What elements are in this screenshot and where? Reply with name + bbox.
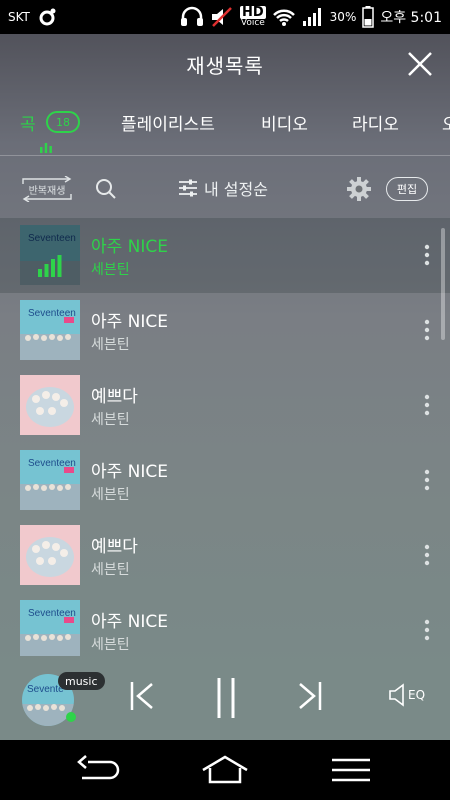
carrier-label: SKT (8, 10, 30, 24)
song-title: 예쁘다 (91, 537, 138, 557)
more-button[interactable] (418, 468, 436, 492)
artist-name: 세븐틴 (91, 262, 130, 278)
more-button[interactable] (418, 393, 436, 417)
song-list: Seventeen 아주 NICE 세븐틴 Seventeen 아주 NICE … (0, 218, 450, 656)
more-vertical-icon (424, 394, 430, 416)
tab-radio[interactable]: 라디오 (352, 110, 399, 135)
back-button[interactable] (76, 754, 122, 790)
artist-name: 세븐틴 (91, 562, 130, 578)
pause-icon (217, 678, 235, 718)
artist-name: 세븐틴 (91, 637, 130, 653)
song-title: 아주 NICE (91, 237, 169, 257)
signal-icon (302, 7, 324, 27)
more-vertical-icon (424, 544, 430, 566)
close-button[interactable] (404, 48, 436, 80)
album-cover: Seventeen (20, 225, 80, 285)
edit-button[interactable]: 편집 (386, 177, 428, 201)
page-title: 재생목록 (186, 53, 264, 78)
sort-label: 내 설정순 (204, 180, 268, 199)
song-count-badge: 18 (46, 111, 80, 133)
tab-bar: 곡 18 플레이리스트 비디오 라디오 오 (0, 96, 450, 156)
album-cover: Seventeen (20, 600, 80, 656)
mute-icon (210, 6, 234, 28)
album-cover: Seventeen (20, 450, 80, 510)
eq-label: EQ (408, 688, 426, 702)
list-item[interactable]: Seventeen 아주 NICE 세븐틴 (0, 218, 450, 293)
pause-button[interactable] (212, 676, 240, 724)
album-cover: Seventeen (20, 300, 80, 360)
skip-next-icon (299, 682, 322, 710)
close-icon (408, 52, 432, 76)
more-vertical-icon (424, 244, 430, 266)
source-tag: music (58, 672, 105, 690)
tab-playlists[interactable]: 플레이리스트 (121, 110, 215, 135)
menu-button[interactable] (330, 754, 372, 790)
song-title: 아주 NICE (91, 312, 169, 332)
app-notification-icon (38, 7, 58, 27)
wifi-icon (272, 7, 296, 27)
song-title: 예쁘다 (91, 387, 138, 407)
active-tab-indicator (39, 138, 53, 153)
more-button[interactable] (418, 543, 436, 567)
tab-next-partial[interactable]: 오 (442, 110, 450, 135)
status-bar: SKT HD Voice 30% 오후 5:01 (0, 0, 450, 34)
menu-icon (332, 758, 370, 782)
playlist-header: 재생목록 (0, 34, 450, 94)
list-item[interactable]: Seventeen 아주 NICE 세븐틴 (0, 443, 450, 518)
gear-icon (347, 177, 371, 201)
tab-videos[interactable]: 비디오 (261, 110, 308, 135)
more-vertical-icon (424, 619, 430, 641)
mini-player: Sevente music EQ (0, 656, 450, 740)
now-playing-icon (38, 255, 62, 277)
previous-button[interactable] (128, 676, 156, 720)
list-item[interactable]: 예쁘다 세븐틴 (0, 518, 450, 593)
artist-name: 세븐틴 (91, 487, 130, 503)
skip-previous-icon (130, 682, 153, 710)
battery-percent: 30% (329, 10, 357, 24)
more-button[interactable] (418, 243, 436, 267)
battery-icon (362, 6, 375, 28)
list-item[interactable]: Seventeen 아주 NICE 세븐틴 (0, 293, 450, 368)
clock: 오후 5:01 (380, 10, 442, 26)
list-item[interactable]: 예쁘다 세븐틴 (0, 368, 450, 443)
back-icon (77, 755, 120, 780)
song-title: 아주 NICE (91, 462, 169, 482)
repeat-label: 반복재생 (28, 185, 66, 197)
system-nav-bar (0, 740, 450, 800)
search-icon (96, 179, 116, 199)
settings-button[interactable] (346, 176, 372, 202)
headset-icon (180, 6, 204, 28)
artist-name: 세븐틴 (91, 412, 130, 428)
artist-name: 세븐틴 (91, 337, 130, 353)
list-scrollbar[interactable] (441, 228, 445, 340)
more-vertical-icon (424, 319, 430, 341)
home-icon (202, 755, 248, 784)
song-title: 아주 NICE (91, 612, 169, 632)
hd-voice-icon: HD Voice (240, 5, 266, 28)
more-vertical-icon (424, 469, 430, 491)
sliders-icon (179, 179, 197, 197)
sort-button[interactable]: 내 설정순 (178, 176, 268, 200)
next-button[interactable] (296, 676, 324, 720)
home-button[interactable] (200, 754, 250, 790)
repeat-button[interactable]: 반복재생 (19, 176, 75, 202)
list-toolbar: 반복재생 내 설정순 편집 (0, 164, 450, 214)
album-cover (20, 375, 80, 435)
equalizer-button[interactable]: EQ (388, 682, 425, 708)
more-button[interactable] (418, 618, 436, 642)
album-cover (20, 525, 80, 585)
list-item[interactable]: Seventeen 아주 NICE 세븐틴 (0, 593, 450, 656)
speaker-eq-icon (389, 683, 404, 707)
tab-songs[interactable]: 곡 (20, 110, 36, 135)
search-button[interactable] (94, 177, 118, 201)
playing-status-dot (66, 712, 76, 722)
more-button[interactable] (418, 318, 436, 342)
